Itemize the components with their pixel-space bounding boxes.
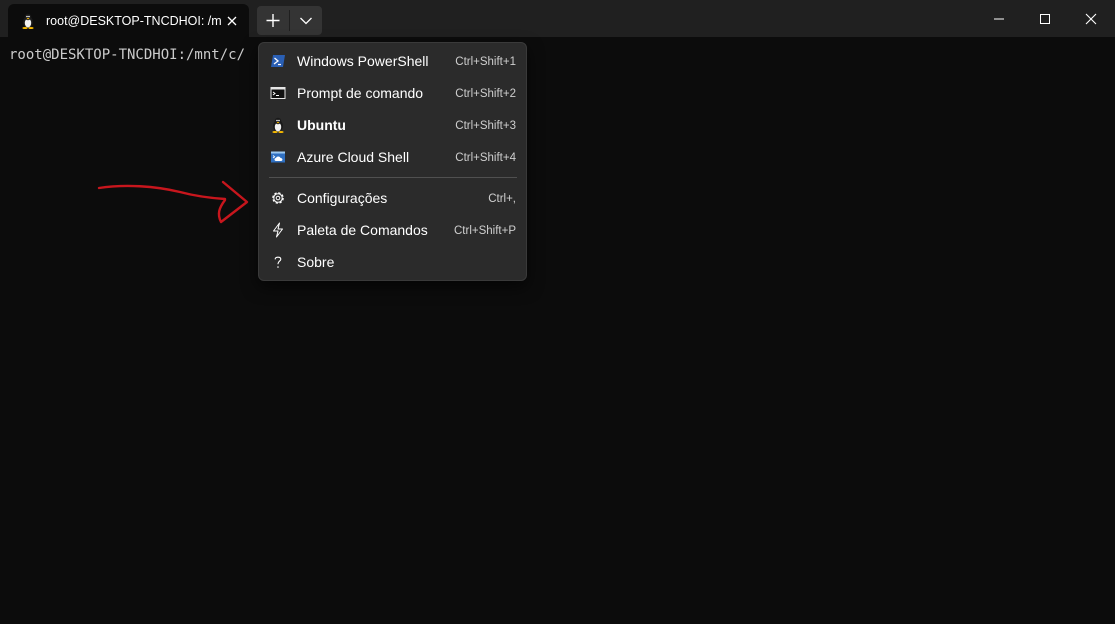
menu-item-sobre[interactable]: Sobre [263,247,522,277]
new-tab-button[interactable] [257,6,289,35]
new-tab-split-button [257,6,322,35]
menu-item-label: Paleta de Comandos [297,222,428,238]
menu-separator [269,177,517,178]
menu-item-shortcut: Ctrl+Shift+4 [455,152,516,164]
menu-item-label: Sobre [297,254,335,270]
plus-icon [266,14,280,27]
menu-item-paleta-de-comandos[interactable]: Paleta de Comandos Ctrl+Shift+P [263,215,522,245]
menu-item-windows-powershell[interactable]: Windows PowerShell Ctrl+Shift+1 [263,46,522,76]
menu-item-label: Windows PowerShell [297,53,429,69]
menu-item-shortcut: Ctrl+Shift+3 [455,120,516,132]
tab-title: root@DESKTOP-TNCDHOI: /mn [46,14,222,28]
chevron-down-icon [300,17,312,25]
linux-penguin-icon [22,13,34,29]
menu-item-azure-cloud-shell[interactable]: Azure Cloud Shell Ctrl+Shift+4 [263,142,522,172]
menu-item-shortcut: Ctrl+Shift+1 [455,56,516,68]
menu-item-prompt-de-comando[interactable]: Prompt de comando Ctrl+Shift+2 [263,78,522,108]
menu-item-ubuntu[interactable]: Ubuntu Ctrl+Shift+3 [263,110,522,140]
menu-item-shortcut: Ctrl+Shift+P [454,225,516,237]
lightning-icon [273,222,283,238]
terminal-pane[interactable]: root@DESKTOP-TNCDHOI:/mnt/c/ [0,37,1115,624]
ubuntu-penguin-icon [272,117,284,133]
menu-item-configuracoes[interactable]: Configurações Ctrl+, [263,183,522,213]
menu-item-label: Ubuntu [297,117,346,133]
close-window-button[interactable] [1068,0,1114,37]
azure-cloud-shell-icon [271,151,285,163]
new-tab-dropdown-button[interactable] [290,6,322,35]
menu-item-label: Configurações [297,190,388,206]
minimize-icon [994,18,1004,20]
shell-prompt: root@DESKTOP-TNCDHOI:/mnt/c/ [9,47,246,63]
menu-item-label: Prompt de comando [297,85,424,101]
menu-item-label: Azure Cloud Shell [297,149,410,165]
title-bar: root@DESKTOP-TNCDHOI: /mn [0,0,1115,37]
maximize-button[interactable] [1022,0,1068,37]
gear-icon [272,192,284,204]
new-tab-dropdown-menu: Windows PowerShell Ctrl+Shift+1 Prompt d… [258,42,527,281]
menu-item-shortcut: Ctrl+, [488,193,516,205]
terminal-tab[interactable]: root@DESKTOP-TNCDHOI: /mn [8,4,249,37]
maximize-icon [1040,14,1050,24]
question-icon [274,256,282,268]
close-icon [1085,13,1097,25]
tab-close-icon[interactable] [225,14,239,28]
command-prompt-icon [270,87,286,99]
annotation-arrow [97,180,249,224]
powershell-icon [271,55,285,67]
menu-item-shortcut: Ctrl+Shift+2 [455,88,516,100]
minimize-button[interactable] [976,0,1022,37]
